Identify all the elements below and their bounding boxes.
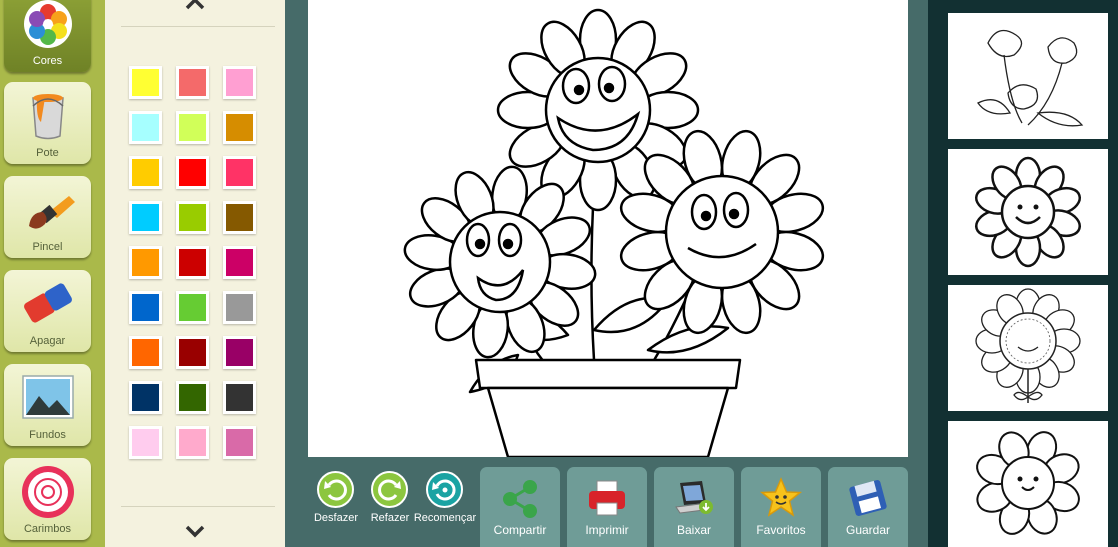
print-label: Imprimir — [585, 523, 629, 537]
color-swatch[interactable] — [223, 156, 256, 189]
color-swatch[interactable] — [223, 201, 256, 234]
tool-pincel-label: Pincel — [32, 241, 63, 253]
tool-fundos-button[interactable]: Fundos — [4, 364, 91, 446]
color-swatch[interactable] — [176, 381, 209, 414]
coloring-canvas[interactable] — [308, 0, 908, 459]
chevron-up-icon — [185, 0, 205, 10]
star-icon — [759, 477, 803, 517]
restart-label: Recomençar — [413, 512, 477, 524]
share-button[interactable]: Compartir — [480, 467, 560, 547]
tool-fundos-label: Fundos — [29, 429, 66, 441]
cute-flower-drawing — [976, 431, 1080, 535]
paint-bucket-icon — [31, 94, 64, 140]
color-swatch[interactable] — [223, 336, 256, 369]
download-label: Baixar — [676, 523, 711, 537]
restart-button[interactable] — [426, 471, 463, 508]
gallery-thumbnail-cute-flower[interactable] — [948, 421, 1108, 547]
color-swatch[interactable] — [129, 426, 162, 459]
color-swatch[interactable] — [223, 426, 256, 459]
flower-pot-drawing — [403, 8, 825, 459]
color-swatch[interactable] — [223, 381, 256, 414]
favorites-button[interactable]: Favoritos — [741, 467, 821, 547]
stamp-icon — [21, 466, 74, 518]
paintbrush-icon — [28, 196, 75, 229]
printer-icon — [589, 480, 625, 516]
tool-sidebar: Cores Pote Pincel Apagar Fundos Carimbos — [0, 0, 105, 547]
color-palette-panel — [105, 0, 285, 547]
tool-carimbos-button[interactable]: Carimbos — [4, 458, 91, 540]
save-label: Guardar — [845, 523, 891, 537]
color-swatch[interactable] — [129, 381, 162, 414]
color-swatch[interactable] — [129, 111, 162, 144]
color-swatch[interactable] — [129, 156, 162, 189]
tool-apagar-label: Apagar — [29, 335, 66, 347]
color-swatch[interactable] — [176, 246, 209, 279]
restart-icon — [432, 479, 456, 501]
color-swatch[interactable] — [129, 201, 162, 234]
floppy-disk-icon — [849, 480, 887, 516]
poppies-drawing — [977, 29, 1084, 127]
color-swatch[interactable] — [176, 336, 209, 369]
chevron-down-icon — [185, 525, 205, 538]
color-swatch[interactable] — [223, 66, 256, 99]
color-swatch[interactable] — [176, 111, 209, 144]
undo-icon — [324, 479, 347, 501]
save-button[interactable]: Guardar — [828, 467, 908, 547]
color-swatch[interactable] — [223, 291, 256, 324]
gallery-thumbnail-mandala-flower[interactable] — [948, 285, 1108, 411]
drawings-gallery — [928, 0, 1118, 547]
download-button[interactable]: Baixar — [654, 467, 734, 547]
color-swatch[interactable] — [176, 66, 209, 99]
redo-button[interactable] — [371, 471, 408, 508]
tool-cores-label: Cores — [32, 55, 63, 67]
tool-cores-button[interactable]: Cores — [4, 0, 91, 72]
color-swatch[interactable] — [176, 156, 209, 189]
color-swatch[interactable] — [129, 66, 162, 99]
color-swatch[interactable] — [176, 291, 209, 324]
palette-divider-bottom — [121, 506, 275, 507]
laptop-download-icon — [675, 481, 713, 514]
color-swatch[interactable] — [176, 201, 209, 234]
mandala-flower-drawing — [975, 288, 1081, 403]
undo-button[interactable] — [317, 471, 354, 508]
gallery-thumbnail-smiling-flower[interactable] — [948, 149, 1108, 275]
color-wheel-icon — [23, 0, 72, 48]
eraser-icon — [23, 283, 72, 323]
tool-pincel-button[interactable]: Pincel — [4, 176, 91, 258]
tool-pote-label: Pote — [36, 147, 59, 159]
gallery-thumbnail-poppies[interactable] — [948, 13, 1108, 139]
background-image-icon — [21, 375, 74, 419]
palette-scroll-down-button[interactable] — [105, 523, 285, 546]
share-label: Compartir — [493, 523, 547, 537]
print-button[interactable]: Imprimir — [567, 467, 647, 547]
color-swatch[interactable] — [129, 336, 162, 369]
favorites-label: Favoritos — [756, 523, 806, 537]
smiling-flower-drawing — [974, 156, 1082, 268]
tool-apagar-button[interactable]: Apagar — [4, 270, 91, 352]
color-swatch[interactable] — [129, 291, 162, 324]
redo-icon — [378, 479, 401, 501]
share-icon — [503, 480, 537, 518]
palette-scroll-up-button[interactable] — [105, 0, 285, 17]
tool-pote-button[interactable]: Pote — [4, 82, 91, 164]
tool-carimbos-label: Carimbos — [23, 523, 72, 535]
palette-divider-top — [121, 26, 275, 27]
color-swatch[interactable] — [223, 111, 256, 144]
color-swatch[interactable] — [223, 246, 256, 279]
color-swatch[interactable] — [129, 246, 162, 279]
color-swatch[interactable] — [176, 426, 209, 459]
